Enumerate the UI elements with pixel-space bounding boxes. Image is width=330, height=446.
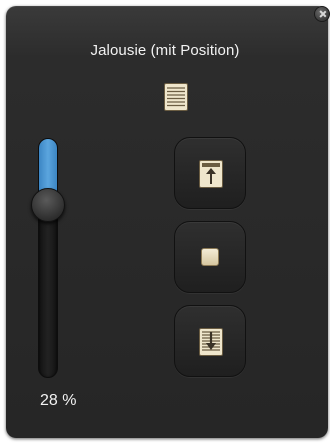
slider-knob[interactable] (31, 188, 65, 222)
stop-icon (201, 248, 219, 266)
position-slider[interactable] (38, 138, 58, 378)
position-value: 28 % (40, 392, 77, 409)
blind-down-button[interactable] (174, 305, 246, 377)
close-icon[interactable] (314, 6, 330, 22)
blind-up-arrow-icon (199, 160, 223, 188)
blind-down-arrow-icon (199, 328, 223, 356)
blind-stop-button[interactable] (174, 221, 246, 293)
blind-icon (164, 83, 188, 111)
widget-title: Jalousie (mit Position) (90, 42, 240, 59)
blind-up-button[interactable] (174, 137, 246, 209)
